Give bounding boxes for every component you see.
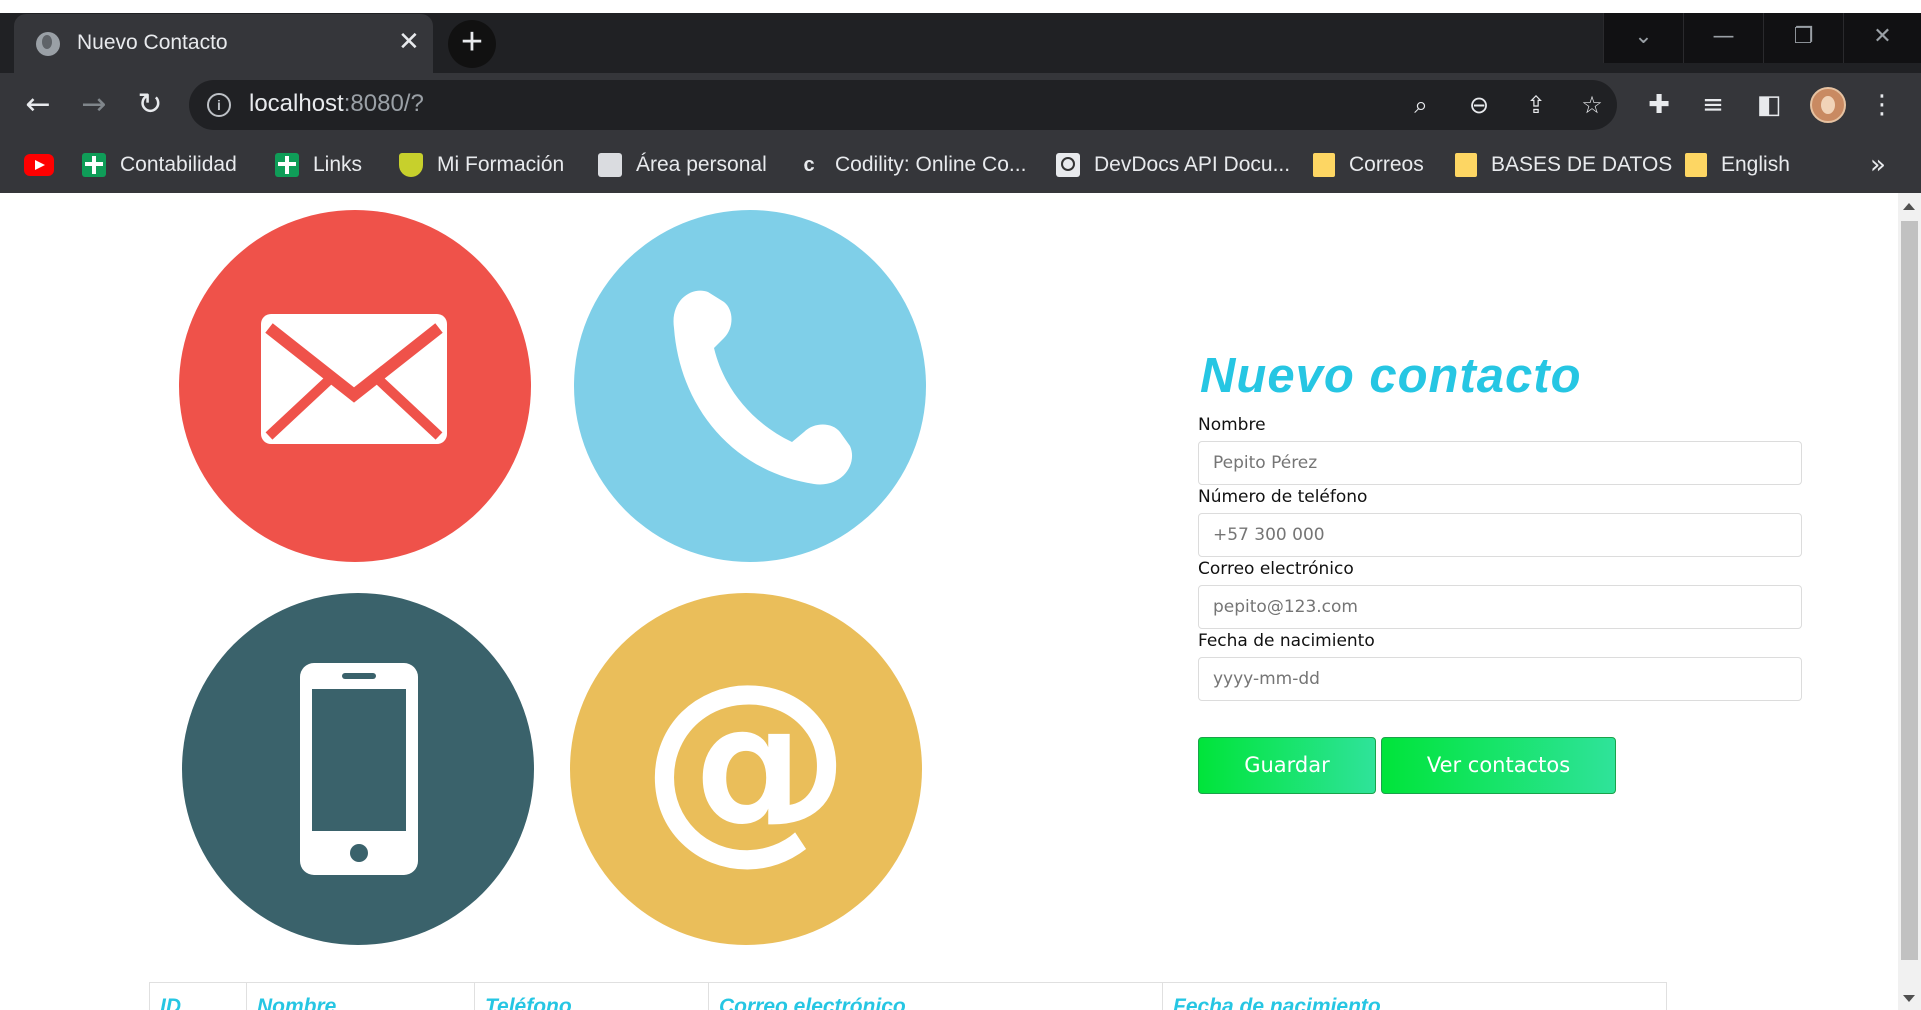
scroll-thumb[interactable] <box>1901 221 1918 960</box>
tab-nuevo-contacto[interactable]: Nuevo Contacto ✕ <box>14 14 433 73</box>
email-label: Correo electrónico <box>1198 559 1354 579</box>
phone-input[interactable] <box>1198 513 1802 557</box>
scroll-up-arrow-icon[interactable] <box>1903 203 1915 210</box>
bookmark-area-personal[interactable]: Área personal <box>598 151 767 179</box>
name-label: Nombre <box>1198 415 1266 435</box>
window-close-button[interactable]: ✕ <box>1843 13 1921 63</box>
bookmark-youtube[interactable] <box>24 151 68 179</box>
globe-icon <box>36 32 60 56</box>
bookmark-mi-formacion[interactable]: Mi Formación <box>399 151 564 179</box>
reload-icon[interactable]: ↻ <box>130 85 170 125</box>
zoom-out-icon[interactable]: ⊖ <box>1464 90 1494 120</box>
browser-toolbar: ← → ↻ i localhost:8080/? ⌕ ⊖ ⇪ ☆ ✚ ≡ ◧ ⋮ <box>0 73 1921 137</box>
view-contacts-button[interactable]: Ver contactos <box>1381 737 1616 794</box>
table-header-correo: Correo electrónico <box>709 983 1163 1010</box>
bookmark-contabilidad[interactable]: Contabilidad <box>82 151 237 179</box>
contacts-table: ID Nombre Teléfono Correo electrónico Fe… <box>149 982 1667 1010</box>
sheets-icon <box>275 153 299 177</box>
phone-image <box>574 210 926 562</box>
bookmark-bases-de-datos[interactable]: BASES DE DATOS <box>1455 151 1672 179</box>
close-icon[interactable]: ✕ <box>398 27 420 57</box>
star-icon[interactable]: ☆ <box>1577 90 1607 120</box>
url-text: localhost:8080/? <box>249 90 424 117</box>
media-playlist-icon[interactable]: ≡ <box>1697 89 1729 121</box>
folder-icon <box>1685 153 1707 177</box>
folder-icon <box>1455 153 1477 177</box>
chevron-double-right-icon[interactable]: » <box>1870 151 1886 179</box>
form-title: Nuevo contacto <box>1200 349 1582 403</box>
mobile-image <box>182 593 534 945</box>
profile-avatar[interactable] <box>1810 87 1846 123</box>
extensions-icon[interactable]: ✚ <box>1643 89 1675 121</box>
youtube-icon <box>24 154 54 176</box>
shield-icon <box>399 153 423 177</box>
sheets-icon <box>82 153 106 177</box>
envelope-icon <box>261 314 447 444</box>
back-arrow-icon[interactable]: ← <box>18 85 58 125</box>
bookmark-codility[interactable]: c Codility: Online Co... <box>797 151 1026 179</box>
forward-arrow-icon[interactable]: → <box>74 85 114 125</box>
mail-image <box>179 210 531 562</box>
smartphone-icon <box>300 663 418 875</box>
bookmark-correos[interactable]: Correos <box>1313 151 1424 179</box>
bookmark-english[interactable]: English <box>1685 151 1790 179</box>
new-tab-button[interactable]: + <box>448 20 496 68</box>
restore-button[interactable]: ❐ <box>1763 13 1843 63</box>
at-sign-icon: @ <box>641 638 851 883</box>
folder-icon <box>1313 153 1335 177</box>
tab-title: Nuevo Contacto <box>77 31 228 54</box>
search-icon[interactable]: ⌕ <box>1406 90 1436 120</box>
email-input[interactable] <box>1198 585 1802 629</box>
birth-date-input[interactable] <box>1198 657 1802 701</box>
scroll-down-arrow-icon[interactable] <box>1903 995 1915 1002</box>
tab-bar: Nuevo Contacto ✕ + ⌄ — ❐ ✕ <box>0 13 1921 73</box>
phone-handset-icon <box>673 290 853 485</box>
address-bar[interactable]: i localhost:8080/? ⌕ ⊖ ⇪ ☆ <box>189 80 1617 130</box>
bookmarks-bar: Contabilidad Links Mi Formación Área per… <box>0 137 1921 193</box>
at-sign-image: @ <box>570 593 922 945</box>
bookmark-devdocs[interactable]: DevDocs API Docu... <box>1056 151 1290 179</box>
table-header-telefono: Teléfono <box>475 983 709 1010</box>
svg-text:@: @ <box>641 638 851 883</box>
table-header-id: ID <box>150 983 247 1010</box>
name-input[interactable] <box>1198 441 1802 485</box>
share-icon[interactable]: ⇪ <box>1521 90 1551 120</box>
document-icon <box>598 153 622 177</box>
page-scrollbar[interactable] <box>1898 193 1921 1010</box>
page-content: @ Nuevo contacto Nombre Número de teléfo… <box>0 193 1898 1010</box>
minimize-button[interactable]: — <box>1683 13 1763 63</box>
bookmark-links[interactable]: Links <box>275 151 362 179</box>
tab-search-button[interactable]: ⌄ <box>1603 13 1683 63</box>
save-button[interactable]: Guardar <box>1198 737 1376 794</box>
devdocs-icon <box>1056 153 1080 177</box>
birth-date-label: Fecha de nacimiento <box>1198 631 1375 651</box>
table-header-fecha: Fecha de nacimiento <box>1173 995 1381 1010</box>
side-panel-icon[interactable]: ◧ <box>1753 89 1785 121</box>
info-icon[interactable]: i <box>207 93 231 117</box>
menu-icon[interactable]: ⋮ <box>1866 89 1898 121</box>
top-strip <box>0 0 1921 13</box>
table-header-nombre: Nombre <box>247 983 475 1010</box>
phone-label: Número de teléfono <box>1198 487 1368 507</box>
codility-icon: c <box>797 153 821 177</box>
